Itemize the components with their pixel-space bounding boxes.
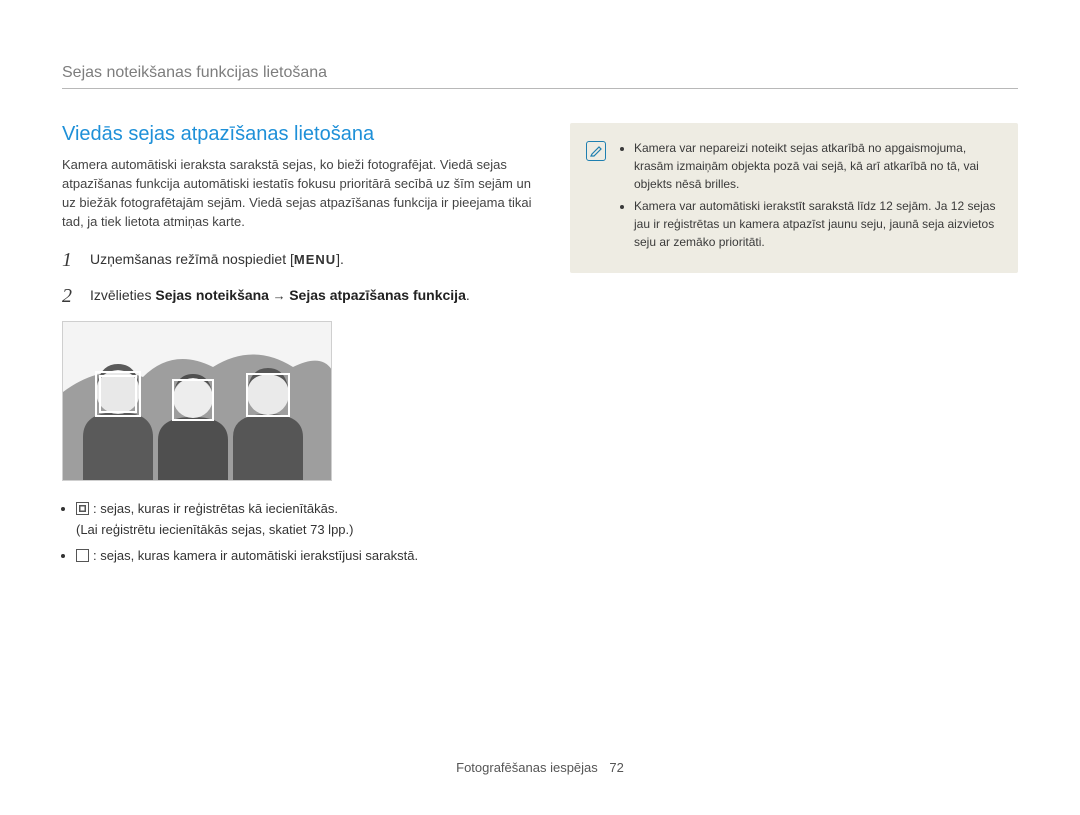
arrow-icon: →	[269, 288, 289, 303]
left-column: Viedās sejas atpazīšanas lietošana Kamer…	[62, 123, 540, 572]
bullet-list: : sejas, kuras ir reģistrētas kā iecienī…	[62, 499, 540, 565]
step-2-body: Izvēlieties Sejas noteikšana → Sejas atp…	[90, 285, 470, 306]
note-list: Kamera var nepareizi noteikt sejas atkar…	[620, 139, 1000, 255]
note-icon	[586, 141, 606, 161]
bullet-2-text: : sejas, kuras kamera ir automātiski ier…	[93, 548, 418, 563]
step-2-bold-a: Sejas noteikšana	[155, 287, 269, 303]
step-2-trail: .	[466, 287, 470, 303]
intro-paragraph: Kamera automātiski ieraksta sarakstā sej…	[62, 156, 540, 231]
example-photo	[62, 321, 332, 481]
bullet-1-text: : sejas, kuras ir reģistrētas kā iecienī…	[93, 501, 338, 516]
content-columns: Viedās sejas atpazīšanas lietošana Kamer…	[62, 123, 1018, 572]
step-1-number: 1	[62, 249, 78, 271]
bullet-1-sub: (Lai reģistrētu iecienītākās sejas, skat…	[76, 520, 540, 540]
step-2: 2 Izvēlieties Sejas noteikšana → Sejas a…	[62, 285, 540, 307]
step-2-lead: Izvēlieties	[90, 287, 155, 303]
section-title: Viedās sejas atpazīšanas lietošana	[62, 123, 540, 146]
footer: Fotografēšanas iespējas 72	[0, 760, 1080, 775]
double-frame-icon	[76, 502, 89, 515]
page: Sejas noteikšanas funkcijas lietošana Vi…	[0, 0, 1080, 572]
bullet-auto-faces: : sejas, kuras kamera ir automātiski ier…	[76, 546, 540, 566]
note-box: Kamera var nepareizi noteikt sejas atkar…	[570, 123, 1018, 273]
bullet-favorite-faces: : sejas, kuras ir reģistrētas kā iecienī…	[76, 499, 540, 539]
step-1: 1 Uzņemšanas režīmā nospiediet [MENU].	[62, 249, 540, 271]
step-2-bold-b: Sejas atpazīšanas funkcija	[289, 287, 466, 303]
menu-button-label: MENU	[294, 252, 336, 267]
header-rule	[62, 88, 1018, 89]
header-title: Sejas noteikšanas funkcijas lietošana	[62, 64, 1018, 82]
single-frame-icon	[76, 549, 89, 562]
footer-page-number: 72	[609, 760, 623, 775]
footer-label: Fotografēšanas iespējas	[456, 760, 598, 775]
note-item-2: Kamera var automātiski ierakstīt sarakst…	[634, 197, 1000, 251]
note-item-1: Kamera var nepareizi noteikt sejas atkar…	[634, 139, 1000, 193]
step-1-body: Uzņemšanas režīmā nospiediet [MENU].	[90, 249, 344, 270]
right-column: Kamera var nepareizi noteikt sejas atkar…	[570, 123, 1018, 273]
step-1-text-before: Uzņemšanas režīmā nospiediet [	[90, 251, 294, 267]
step-2-number: 2	[62, 285, 78, 307]
step-1-text-after: ].	[336, 251, 344, 267]
